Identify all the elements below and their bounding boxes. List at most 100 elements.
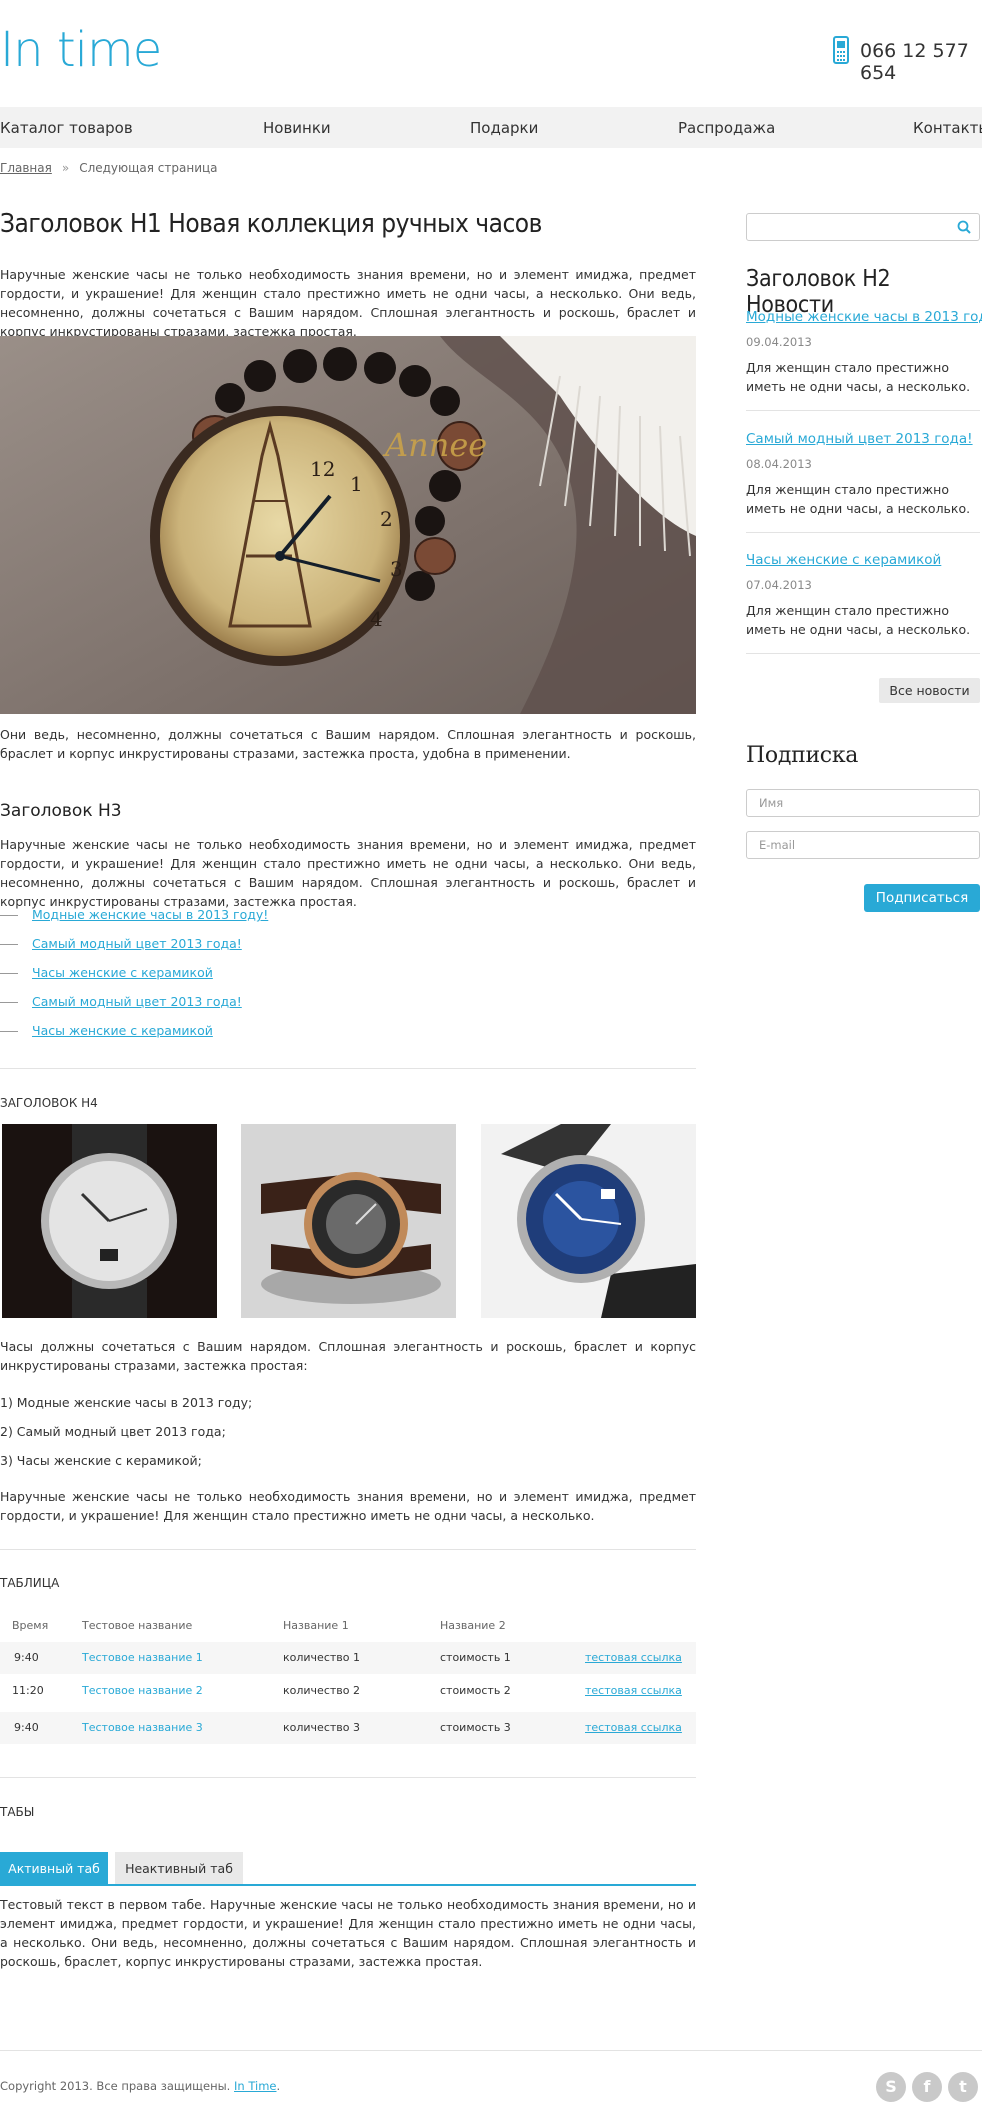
- search-icon[interactable]: [957, 220, 971, 234]
- section-h3-text: Наручные женские часы не только необходи…: [0, 837, 696, 909]
- table-cell-link[interactable]: тестовая ссылка: [585, 1651, 682, 1664]
- subscribe-button[interactable]: Подписаться: [864, 884, 980, 912]
- subscribe-heading: Подписка: [746, 743, 859, 768]
- search-input[interactable]: [746, 213, 980, 241]
- nav-item-sale[interactable]: Распродажа: [678, 119, 775, 137]
- breadcrumb-current: Следующая страница: [79, 161, 218, 175]
- hero-image: 12 1 2 3 4 Annee: [0, 336, 696, 714]
- nav-item-gifts[interactable]: Подарки: [470, 119, 538, 137]
- table-row: 11:20 Тестовое название 2 количество 2 с…: [0, 1675, 696, 1707]
- svg-text:4: 4: [370, 607, 383, 631]
- list-item: Часы женские с керамикой: [0, 965, 696, 994]
- breadcrumb: Главная » Следующая страница: [0, 161, 218, 175]
- svg-text:1: 1: [350, 472, 363, 496]
- news-item-date: 08.04.2013: [746, 457, 812, 471]
- table-cell: количество 2: [283, 1684, 360, 1697]
- phone-number: 066 12 577 654: [860, 40, 969, 84]
- page-title: Заголовок H1 Новая коллекция ручных часо…: [0, 209, 542, 239]
- news-item-title[interactable]: Самый модный цвет 2013 года!: [746, 431, 980, 447]
- tab-underline: [0, 1884, 696, 1886]
- phone-icon: [833, 36, 849, 64]
- table-cell: количество 3: [283, 1721, 360, 1734]
- site-logo[interactable]: In time: [0, 22, 162, 78]
- facebook-icon[interactable]: f: [912, 2072, 942, 2102]
- news-item-text: Для женщин стало престижно иметь не одни…: [746, 360, 971, 394]
- table-cell: стоимость 3: [440, 1721, 511, 1734]
- divider: [0, 1777, 696, 1778]
- svg-text:12: 12: [310, 457, 335, 481]
- dash-icon: [0, 944, 18, 945]
- intro-text: Наручные женские часы не только необходи…: [0, 267, 696, 339]
- watch-thumbnail[interactable]: [481, 1124, 696, 1318]
- nav-item-new[interactable]: Новинки: [263, 119, 331, 137]
- all-news-button[interactable]: Все новости: [879, 678, 980, 703]
- list-link[interactable]: Самый модный цвет 2013 года!: [32, 936, 242, 951]
- footer-divider: [0, 2050, 982, 2051]
- main-nav: Каталог товаров Новинки Подарки Распрода…: [0, 107, 982, 148]
- svg-text:2: 2: [380, 507, 393, 531]
- svg-text:3: 3: [390, 557, 403, 581]
- watch-thumbnail[interactable]: [241, 1124, 456, 1318]
- dash-icon: [0, 1031, 18, 1032]
- breadcrumb-home-link[interactable]: Главная: [0, 161, 52, 175]
- table-row: 9:40 Тестовое название 1 количество 1 ст…: [0, 1642, 696, 1674]
- brand-link[interactable]: In Time: [234, 2079, 276, 2093]
- hero-watch-illustration: 12 12 3 4 Annee: [0, 336, 696, 714]
- news-divider: [746, 532, 980, 533]
- news-item-title[interactable]: Часы женские с керамикой: [746, 552, 980, 568]
- copyright-text: Copyright 2013. Все права защищены.: [0, 2079, 231, 2093]
- table-cell-link[interactable]: Тестовое название 1: [82, 1651, 203, 1664]
- table-cell: 11:20: [12, 1684, 44, 1697]
- table-cell: 9:40: [14, 1721, 39, 1734]
- link-list: Модные женские часы в 2013 году! Самый м…: [0, 907, 696, 1052]
- dash-icon: [0, 973, 18, 974]
- numbered-item: 2) Самый модный цвет 2013 года;: [0, 1424, 226, 1439]
- table-row: 9:40 Тестовое название 3 количество 3 ст…: [0, 1712, 696, 1744]
- list-link[interactable]: Часы женские с керамикой: [32, 1023, 213, 1038]
- closing-text: Наручные женские часы не только необходи…: [0, 1489, 696, 1523]
- section-h3-title: Заголовок H3: [0, 801, 122, 821]
- tabs-title: Табы: [0, 1805, 35, 1819]
- watch-thumbnail[interactable]: [2, 1124, 217, 1318]
- twitter-icon[interactable]: t: [948, 2072, 978, 2102]
- list-item: Самый модный цвет 2013 года!: [0, 936, 696, 965]
- section-h4-title: Заголовок H4: [0, 1096, 98, 1110]
- email-field[interactable]: E-mail: [746, 831, 980, 859]
- table-cell: 9:40: [14, 1651, 39, 1664]
- table-header-cell: Название 2: [440, 1619, 506, 1632]
- table-cell-link[interactable]: Тестовое название 3: [82, 1721, 203, 1734]
- table-header-cell: Название 1: [283, 1619, 349, 1632]
- list-link[interactable]: Модные женские часы в 2013 году!: [32, 907, 268, 922]
- copyright: Copyright 2013. Все права защищены. In T…: [0, 2079, 280, 2093]
- section-h4-text: Часы должны сочетаться с Вашим нарядом. …: [0, 1339, 696, 1373]
- table-cell-link[interactable]: тестовая ссылка: [585, 1721, 682, 1734]
- tab-inactive[interactable]: Неактивный таб: [115, 1852, 243, 1885]
- numbered-item: 3) Часы женские с керамикой;: [0, 1453, 202, 1468]
- dash-icon: [0, 915, 18, 916]
- name-field[interactable]: Имя: [746, 789, 980, 817]
- divider: [0, 1068, 696, 1069]
- image-caption: Они ведь, несомненно, должны сочетаться …: [0, 727, 696, 761]
- list-item: Часы женские с керамикой: [0, 1023, 696, 1052]
- list-item: Самый модный цвет 2013 года!: [0, 994, 696, 1023]
- breadcrumb-separator: »: [61, 161, 70, 175]
- hero-watermark-signature: Annee: [382, 426, 487, 464]
- table-cell-link[interactable]: Тестовое название 2: [82, 1684, 203, 1697]
- table-cell: стоимость 2: [440, 1684, 511, 1697]
- list-link[interactable]: Часы женские с керамикой: [32, 965, 213, 980]
- news-item-title[interactable]: Модные женские часы в 2013 году!: [746, 309, 982, 325]
- news-divider: [746, 653, 980, 654]
- table-header-cell: Время: [12, 1619, 49, 1632]
- tab-active[interactable]: Активный таб: [0, 1852, 108, 1885]
- table-header-row: Время Тестовое название Название 1 Назва…: [0, 1610, 696, 1642]
- copyright-end: .: [276, 2079, 281, 2093]
- news-item-text: Для женщин стало престижно иметь не одни…: [746, 603, 971, 637]
- table-header-cell: Тестовое название: [82, 1619, 193, 1632]
- table-cell-link[interactable]: тестовая ссылка: [585, 1684, 682, 1697]
- nav-item-contacts[interactable]: Контакты: [913, 119, 982, 137]
- nav-item-catalog[interactable]: Каталог товаров: [0, 119, 133, 137]
- table-cell: количество 1: [283, 1651, 360, 1664]
- list-link[interactable]: Самый модный цвет 2013 года!: [32, 994, 242, 1009]
- news-item-text: Для женщин стало престижно иметь не одни…: [746, 482, 971, 516]
- skype-icon[interactable]: S: [876, 2072, 906, 2102]
